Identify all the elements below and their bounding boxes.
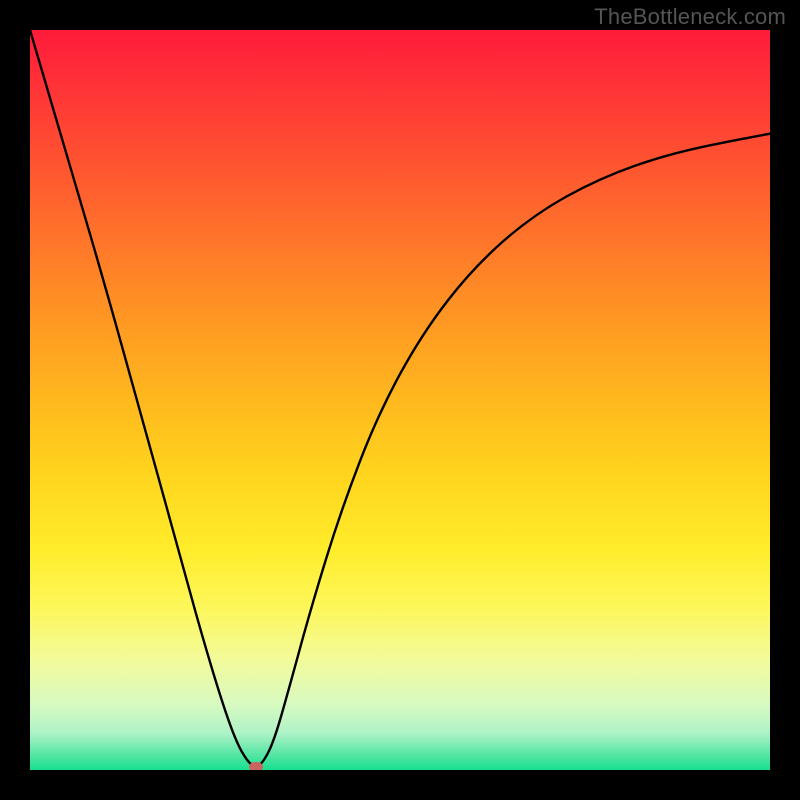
curve-svg — [30, 30, 770, 770]
chart-frame: TheBottleneck.com — [0, 0, 800, 800]
watermark-text: TheBottleneck.com — [594, 4, 786, 30]
plot-area — [30, 30, 770, 770]
optimal-point-marker — [249, 762, 263, 770]
bottleneck-curve — [30, 30, 770, 766]
